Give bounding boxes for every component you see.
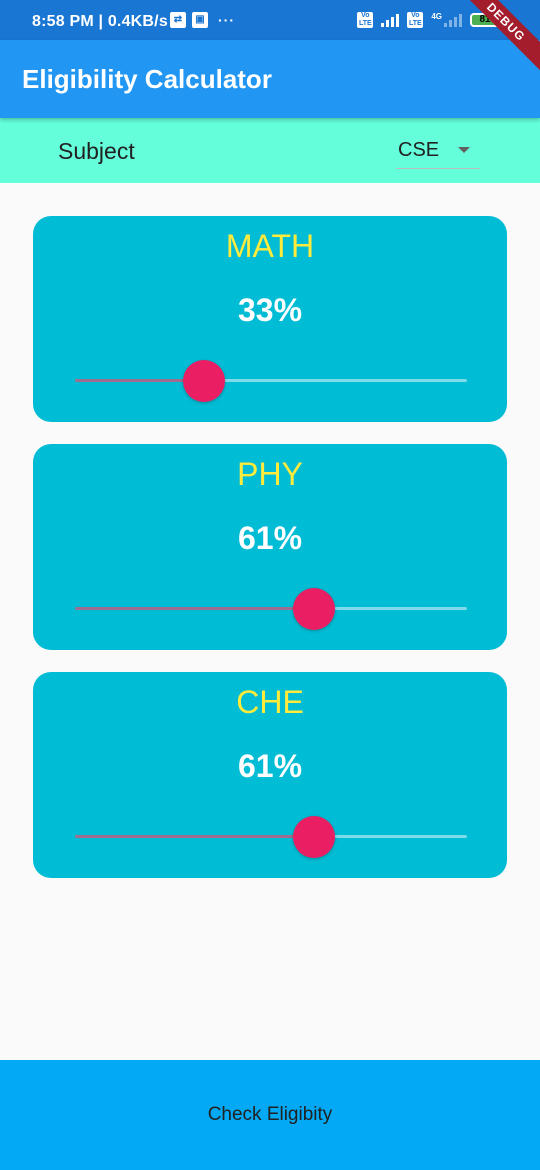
subject-label: Subject — [58, 138, 135, 164]
signal-icon — [381, 13, 400, 27]
card-title: MATH — [225, 228, 315, 264]
slider-active-track — [75, 835, 314, 838]
card-title: CHE — [236, 684, 304, 720]
subject-dropdown-value: CSE — [398, 139, 440, 161]
card-title: PHY — [237, 456, 303, 492]
che-slider[interactable] — [75, 812, 467, 858]
app-title: Eligibility Calculator — [22, 64, 272, 94]
status-bar: 8:58 PM | 0.4KB/s ⇄ ▣ ··· Vo LTE Vo LTE 4G… — [0, 0, 540, 40]
card-percentage: 61% — [237, 748, 303, 784]
signal-icon-2: 4G — [431, 13, 462, 27]
slider-active-track — [75, 607, 314, 610]
slider-thumb[interactable] — [293, 588, 335, 630]
phy-slider[interactable] — [75, 584, 467, 630]
app-bar: Eligibility Calculator — [0, 40, 540, 118]
subject-card-math: MATH 33% — [33, 216, 507, 422]
volte-icon-2: Vo LTE — [407, 12, 424, 28]
card-percentage: 33% — [237, 292, 303, 328]
subject-row: Subject CSE — [0, 118, 540, 183]
math-slider[interactable] — [75, 356, 467, 402]
card-percentage: 61% — [237, 520, 303, 556]
status-right-icons: Vo LTE Vo LTE 4G 81 — [357, 12, 500, 28]
volte-icon: Vo LTE — [357, 12, 374, 28]
subject-card-che: CHE 61% — [33, 672, 507, 878]
check-eligibility-button[interactable]: Check Eligibity — [0, 1060, 540, 1170]
image-icon: ▣ — [192, 12, 208, 28]
usb-icon: ⇄ — [170, 12, 186, 28]
more-notifications-icon: ··· — [218, 12, 235, 28]
status-time: 8:58 PM | 0.4KB/s — [32, 13, 168, 30]
network-type: 4G — [431, 12, 442, 21]
slider-thumb[interactable] — [293, 816, 335, 858]
subject-dropdown[interactable]: CSE — [396, 132, 480, 169]
subject-card-phy: PHY 61% — [33, 444, 507, 650]
slider-thumb[interactable] — [183, 360, 225, 402]
status-left-icons: ⇄ ▣ ··· — [170, 12, 235, 28]
dropdown-arrow-icon — [458, 147, 470, 153]
